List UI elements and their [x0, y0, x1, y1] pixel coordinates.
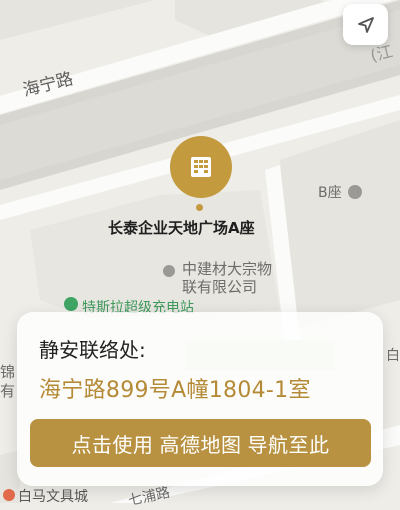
baima-label[interactable]: 白马文具城: [18, 486, 88, 506]
poi-marker[interactable]: [170, 136, 232, 198]
card-address: 海宁路899号A幢1804-1室: [39, 378, 311, 403]
building-icon: [191, 157, 211, 177]
charging-icon: [64, 297, 78, 311]
locate-button[interactable]: [343, 4, 388, 45]
navigate-button[interactable]: 点击使用 高德地图 导航至此: [30, 419, 371, 467]
card-title: 静安联络处:: [39, 338, 146, 362]
partial-left-label-2: 有: [0, 382, 16, 400]
building-b-text: B座: [318, 185, 342, 201]
poi-title[interactable]: 长泰企业天地广场A座: [108, 217, 255, 238]
building-b-label: B座: [318, 182, 363, 202]
partial-left-label-1: 锦: [0, 363, 16, 381]
baima-icon: [3, 489, 15, 501]
company-dot-icon: [163, 265, 175, 277]
building-b-icon: [348, 185, 363, 199]
poi-dot-icon: [196, 204, 203, 211]
company-label-line2[interactable]: 联有限公司: [182, 276, 257, 297]
info-card: 静安联络处: 海宁路899号A幢1804-1室 点击使用 高德地图 导航至此: [17, 312, 383, 486]
location-arrow-icon: [357, 16, 374, 33]
partial-right-label: 白: [386, 348, 400, 364]
